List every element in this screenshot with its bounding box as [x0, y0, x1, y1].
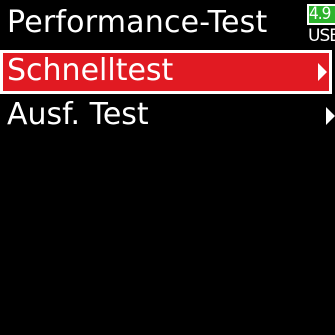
menu-item-label: Schnelltest — [7, 53, 174, 88]
header: Performance-Test 4.9 USB — [0, 0, 335, 50]
menu-item-schnelltest[interactable]: Schnelltest — [0, 50, 332, 94]
menu-list: Schnelltest Ausf. Test — [0, 50, 335, 138]
device-screen: Performance-Test 4.9 USB Schnelltest Aus… — [0, 0, 335, 335]
page-title: Performance-Test — [7, 5, 268, 40]
menu-item-ausf-test[interactable]: Ausf. Test — [0, 94, 335, 138]
power-source-label: USB — [308, 26, 335, 46]
battery-value: 4.9 — [309, 4, 331, 24]
chevron-right-icon — [326, 107, 335, 125]
chevron-right-icon — [318, 63, 327, 81]
menu-item-label: Ausf. Test — [7, 97, 149, 132]
battery-indicator: 4.9 USB — [307, 4, 335, 48]
